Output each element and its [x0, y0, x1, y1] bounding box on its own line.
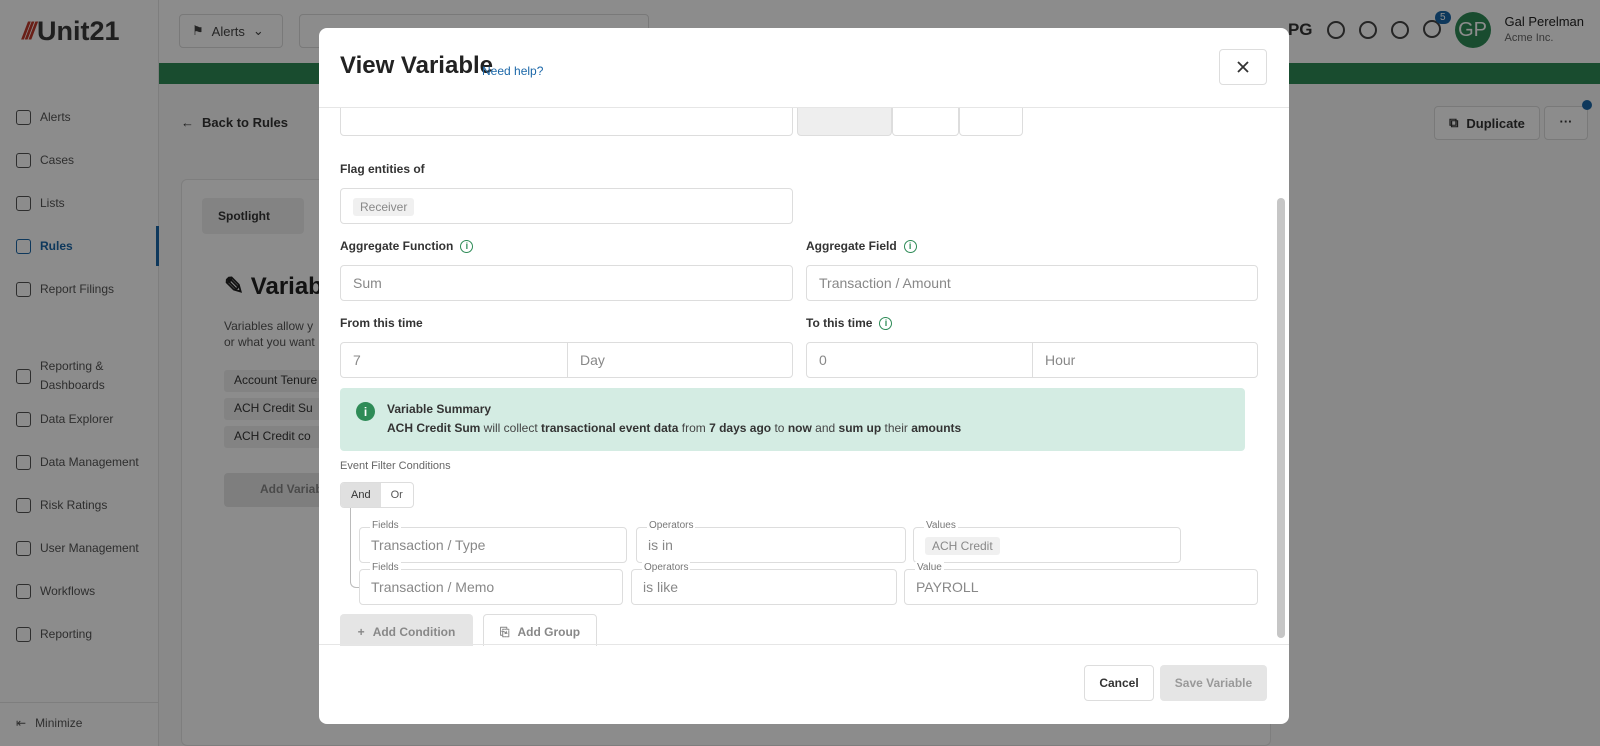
info-icon: i [356, 402, 375, 421]
values-caption: Values [924, 520, 958, 531]
operator-caption: Operators [642, 562, 691, 573]
add-group-button[interactable]: ⎘ Add Group [483, 614, 597, 646]
modal-header: View Variable Need help? [319, 28, 1289, 108]
field-caption: Fields [370, 520, 401, 531]
add-condition-button[interactable]: + Add Condition [340, 614, 473, 646]
type-segment-option[interactable] [892, 108, 959, 136]
close-icon [1237, 61, 1249, 73]
modal-footer: Cancel Save Variable [319, 644, 1289, 724]
close-button[interactable] [1219, 49, 1267, 85]
variable-summary-panel: i Variable Summary ACH Credit Sum will c… [340, 388, 1245, 451]
aggregate-function-label: Aggregate Function i [340, 239, 474, 253]
folder-plus-icon: ⎘ [499, 624, 510, 639]
condition-operator-select[interactable]: Operators is in [636, 520, 906, 563]
plus-icon: + [357, 625, 365, 639]
aggregate-function-select[interactable]: Sum [340, 265, 793, 301]
to-time-unit-select[interactable]: Hour [1032, 342, 1258, 378]
operator-caption: Operators [647, 520, 696, 531]
event-filter-label: Event Filter Conditions [340, 460, 451, 472]
logic-or-option[interactable]: Or [381, 483, 413, 507]
flag-entities-select[interactable]: Receiver [340, 188, 793, 224]
selected-chip: Receiver [353, 198, 415, 216]
add-condition-label: Add Condition [372, 625, 456, 639]
modal-scrollbar[interactable] [1277, 198, 1285, 638]
condition-operator-value: is like [643, 579, 679, 595]
info-icon[interactable]: i [460, 239, 474, 253]
logic-toggle: And Or [340, 482, 414, 508]
condition-operator-select[interactable]: Operators is like [631, 562, 897, 605]
condition-field-select[interactable]: Fields Transaction / Type [359, 520, 627, 563]
flag-entities-label: Flag entities of [340, 162, 425, 176]
from-time-unit-select[interactable]: Day [567, 342, 793, 378]
info-icon[interactable]: i [903, 239, 917, 253]
aggregate-field-label: Aggregate Field i [806, 239, 917, 253]
add-group-label: Add Group [517, 625, 581, 639]
to-time-amount-input[interactable]: 0 [806, 342, 1033, 378]
aggregate-field-select[interactable]: Transaction / Amount [806, 265, 1258, 301]
summary-title: Variable Summary [387, 402, 492, 416]
condition-values-select[interactable]: Values ACH Credit [913, 520, 1181, 563]
condition-value-text: PAYROLL [916, 579, 979, 595]
condition-field-value: Transaction / Memo [371, 579, 495, 595]
info-icon[interactable]: i [879, 316, 893, 330]
from-time-amount-input[interactable]: 7 [340, 342, 568, 378]
to-time-label: To this time i [806, 316, 893, 330]
condition-field-value: Transaction / Type [371, 537, 486, 553]
value-caption: Value [915, 562, 944, 573]
type-segment-option[interactable] [797, 108, 892, 136]
field-caption: Fields [370, 562, 401, 573]
condition-operator-value: is in [648, 537, 673, 553]
cancel-button[interactable]: Cancel [1084, 665, 1154, 701]
summary-text: ACH Credit Sum will collect transactiona… [387, 421, 962, 435]
type-segment-option[interactable] [959, 108, 1023, 136]
condition-field-select[interactable]: Fields Transaction / Memo [359, 562, 623, 605]
view-variable-modal: View Variable Need help? Flag entities o… [319, 28, 1289, 724]
value-chip: ACH Credit [925, 537, 1000, 555]
modal-body: Flag entities of Receiver Aggregate Func… [319, 108, 1289, 646]
logic-and-option[interactable]: And [341, 483, 381, 507]
modal-title: View Variable [340, 52, 493, 79]
from-time-label: From this time [340, 316, 423, 330]
condition-value-input[interactable]: Value PAYROLL [904, 562, 1258, 605]
save-variable-button[interactable]: Save Variable [1160, 665, 1267, 701]
need-help-link[interactable]: Need help? [482, 64, 543, 78]
variable-name-field[interactable] [340, 108, 793, 136]
